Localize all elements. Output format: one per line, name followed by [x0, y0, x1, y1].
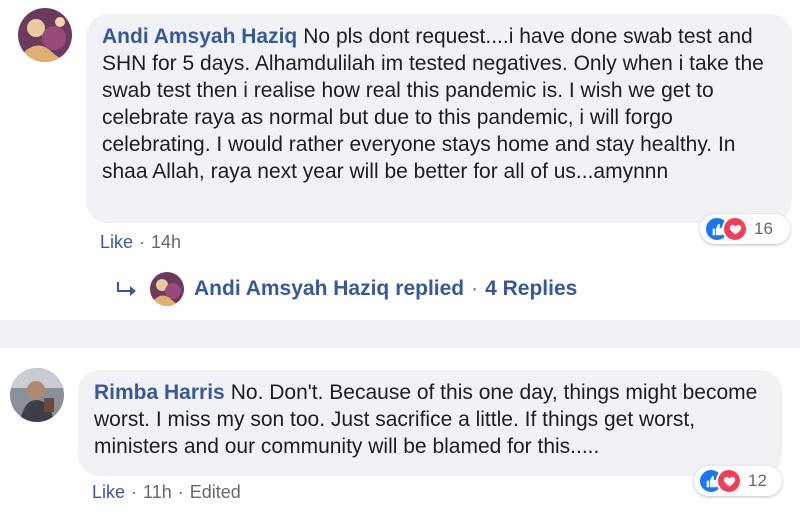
like-button[interactable]: Like: [100, 232, 133, 252]
love-icon: [722, 216, 748, 242]
reaction-count: 16: [754, 219, 773, 238]
reply-action: replied: [395, 277, 465, 300]
reaction-summary[interactable]: 16: [700, 214, 790, 244]
reply-count: 4 Replies: [485, 277, 578, 300]
comment-bubble: Rimba Harris No. Don't. Because of this o…: [78, 370, 782, 476]
comment-text: No pls dont request....i have done swab …: [102, 25, 764, 183]
reply-arrow-icon: [117, 282, 136, 296]
separator-dot: ·: [139, 232, 146, 252]
comment-meta: Like · 11h · Edited: [92, 482, 241, 503]
avatar[interactable]: [10, 368, 64, 422]
reaction-count: 12: [748, 471, 767, 490]
reaction-summary[interactable]: 12: [694, 466, 782, 496]
avatar[interactable]: [18, 8, 72, 62]
separator-dot: ·: [471, 277, 479, 300]
comment-1: Andi Amsyah Haziq No pls dont request....…: [0, 0, 800, 320]
comment-author[interactable]: Rimba Harris: [94, 381, 225, 404]
avatar-image-icon: [150, 272, 184, 306]
reply-avatar: [150, 272, 184, 306]
reply-author: Andi Amsyah Haziq: [194, 277, 390, 300]
comment-2: Rimba Harris No. Don't. Because of this o…: [0, 348, 800, 513]
separator-dot: ·: [131, 482, 138, 502]
comment-author[interactable]: Andi Amsyah Haziq: [102, 25, 297, 48]
timestamp[interactable]: 14h: [151, 232, 181, 252]
comment-bubble: Andi Amsyah Haziq No pls dont request....…: [86, 14, 792, 223]
comment-meta: Like · 14h: [100, 232, 181, 253]
comment-divider: [0, 320, 800, 348]
timestamp[interactable]: 11h: [143, 482, 172, 502]
avatar-image-icon: [18, 8, 72, 62]
view-replies-link[interactable]: Andi Amsyah Haziq replied · 4 Replies: [116, 272, 577, 306]
love-icon: [716, 468, 742, 494]
avatar-image-icon: [10, 368, 64, 422]
like-button[interactable]: Like: [92, 482, 125, 502]
edited-label[interactable]: Edited: [190, 482, 241, 502]
separator-dot: ·: [177, 482, 184, 502]
